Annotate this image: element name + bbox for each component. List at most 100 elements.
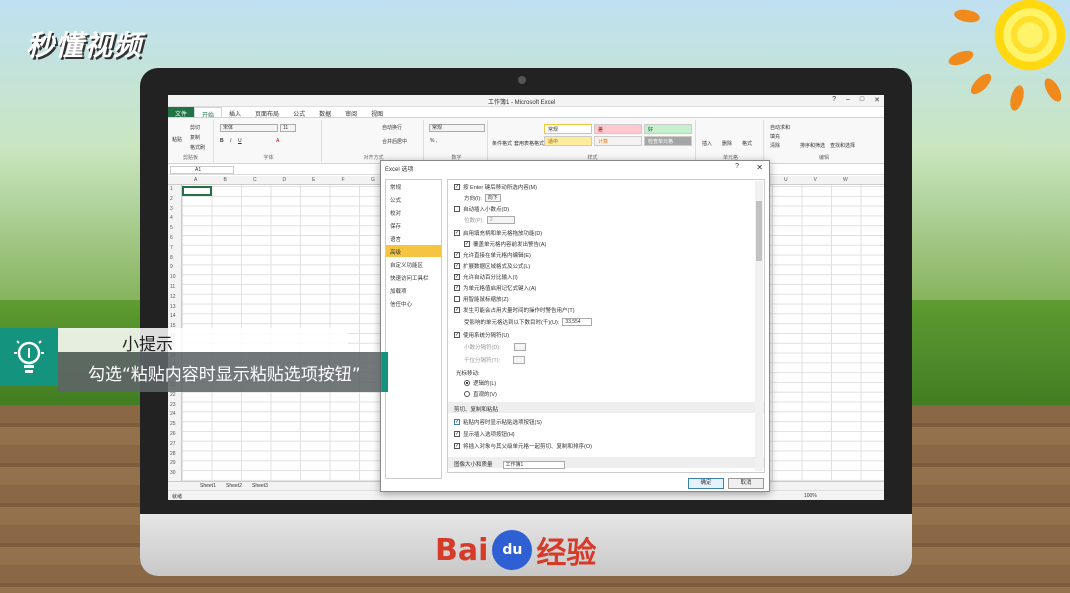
row-header[interactable]: 3 xyxy=(170,206,173,212)
format-painter-button[interactable]: 格式刷 xyxy=(190,144,205,151)
checkbox-unchecked[interactable] xyxy=(454,296,460,302)
checkbox-checked[interactable]: ✓ xyxy=(454,332,460,338)
checkbox-checked[interactable]: ✓ xyxy=(454,230,460,236)
row-header[interactable]: 5 xyxy=(170,225,173,231)
style-normal[interactable]: 常规 xyxy=(544,124,592,134)
row-header[interactable]: 6 xyxy=(170,235,173,241)
font-size-select[interactable]: 11 xyxy=(280,124,296,132)
fill-button[interactable]: 填充 xyxy=(770,133,780,140)
tab-page-layout[interactable]: 页面布局 xyxy=(248,107,286,118)
number-format-select[interactable]: 常规 xyxy=(429,124,485,132)
merge-center-button[interactable]: 合并后居中 xyxy=(382,138,407,145)
nav-advanced[interactable]: 高级 xyxy=(386,245,441,257)
checkbox-checked[interactable]: ✓ xyxy=(454,274,460,280)
scroll-thumb[interactable] xyxy=(756,201,762,261)
style-calc[interactable]: 计算 xyxy=(594,136,642,146)
column-header[interactable]: V xyxy=(814,177,817,183)
paste-options-checkbox[interactable]: ✓ xyxy=(454,419,460,425)
clear-button[interactable]: 清除 xyxy=(770,142,780,149)
row-header[interactable]: 11 xyxy=(170,284,175,290)
row-header[interactable]: 14 xyxy=(170,313,176,319)
nav-proofing[interactable]: 校对 xyxy=(386,206,441,218)
places-stepper[interactable]: 2 xyxy=(486,216,515,224)
percent-icon[interactable]: % , xyxy=(430,138,437,144)
nav-language[interactable]: 语言 xyxy=(386,232,441,244)
bold-icon[interactable]: B xyxy=(220,138,224,144)
row-header[interactable]: 12 xyxy=(170,294,176,300)
column-header[interactable]: W xyxy=(843,177,848,183)
thousands-sep-input[interactable] xyxy=(513,356,526,364)
paste-button[interactable]: 粘贴 xyxy=(172,136,182,143)
checkbox-checked[interactable]: ✓ xyxy=(454,307,460,313)
row-header[interactable]: 7 xyxy=(170,245,173,251)
row-header[interactable]: 22 xyxy=(170,392,176,398)
checkbox-checked[interactable]: ✓ xyxy=(454,184,460,190)
sheet-tab[interactable]: Sheet2 xyxy=(226,483,242,489)
delete-cells-button[interactable]: 删除 xyxy=(722,140,732,147)
name-box[interactable]: A1 xyxy=(170,166,234,174)
row-header[interactable]: 9 xyxy=(170,264,173,270)
font-name-select[interactable]: 宋体 xyxy=(220,124,278,132)
dialog-help-icon[interactable]: ? xyxy=(735,163,739,170)
nav-trust-center[interactable]: 信任中心 xyxy=(386,297,441,309)
row-header[interactable]: 4 xyxy=(170,215,173,221)
format-cells-button[interactable]: 格式 xyxy=(742,140,752,147)
nav-addins[interactable]: 加载项 xyxy=(386,284,441,296)
checkbox-checked[interactable]: ✓ xyxy=(454,285,460,291)
sheet-tab[interactable]: Sheet1 xyxy=(200,483,216,489)
pane-scrollbar[interactable] xyxy=(755,181,763,471)
copy-button[interactable]: 复制 xyxy=(190,134,200,141)
column-header[interactable]: C xyxy=(253,177,257,183)
tab-formulas[interactable]: 公式 xyxy=(286,107,312,118)
radio-selected[interactable] xyxy=(464,380,470,386)
cells-stepper[interactable]: 33,554 xyxy=(562,318,593,326)
sheet-tab[interactable]: Sheet3 xyxy=(252,483,268,489)
checkbox-checked[interactable]: ✓ xyxy=(454,443,460,449)
row-header[interactable]: 2 xyxy=(170,196,173,202)
minimize-icon[interactable]: – xyxy=(846,96,850,104)
nav-formulas[interactable]: 公式 xyxy=(386,193,441,205)
font-color-icon[interactable]: A xyxy=(276,138,279,144)
conditional-format-button[interactable]: 条件格式 xyxy=(492,140,512,147)
nav-save[interactable]: 保存 xyxy=(386,219,441,231)
row-header[interactable]: 25 xyxy=(170,421,176,427)
image-target-select[interactable]: 工作簿1 xyxy=(502,461,565,469)
cut-button[interactable]: 剪切 xyxy=(190,124,200,131)
zoom-level[interactable]: 100% xyxy=(804,493,817,499)
tab-data[interactable]: 数据 xyxy=(312,107,338,118)
sort-filter-button[interactable]: 排序和筛选 xyxy=(800,142,825,149)
nav-quick-access[interactable]: 快速访问工具栏 xyxy=(386,271,441,283)
row-header[interactable]: 30 xyxy=(170,470,176,476)
nav-general[interactable]: 常规 xyxy=(386,180,441,192)
format-table-button[interactable]: 套用表格格式 xyxy=(514,140,544,147)
direction-select[interactable]: 向下 xyxy=(484,194,501,202)
style-bad[interactable]: 差 xyxy=(594,124,642,134)
column-header[interactable]: E xyxy=(312,177,315,183)
tab-home[interactable]: 开始 xyxy=(194,107,223,119)
column-header[interactable]: B xyxy=(224,177,227,183)
column-header[interactable]: F xyxy=(342,177,345,183)
column-header[interactable]: U xyxy=(784,177,788,183)
style-neutral[interactable]: 适中 xyxy=(544,136,592,146)
row-header[interactable]: 23 xyxy=(170,402,176,408)
help-icon[interactable]: ? xyxy=(832,96,836,104)
maximize-icon[interactable]: □ xyxy=(860,96,864,104)
checkbox-checked[interactable]: ✓ xyxy=(454,263,460,269)
ok-button[interactable]: 确定 xyxy=(688,478,724,489)
autosum-button[interactable]: 自动求和 xyxy=(770,124,790,131)
tab-insert[interactable]: 插入 xyxy=(222,107,248,118)
row-header[interactable]: 1 xyxy=(170,186,173,192)
decimal-sep-input[interactable] xyxy=(513,343,526,351)
style-good[interactable]: 好 xyxy=(644,124,692,134)
underline-icon[interactable]: U xyxy=(238,138,242,144)
style-check[interactable]: 检查单元格 xyxy=(644,136,692,146)
tab-file[interactable]: 文件 xyxy=(168,107,195,118)
find-select-button[interactable]: 查找和选择 xyxy=(830,142,855,149)
nav-customize-ribbon[interactable]: 自定义功能区 xyxy=(386,258,441,270)
column-header[interactable]: D xyxy=(283,177,287,183)
close-icon[interactable]: ✕ xyxy=(874,96,880,104)
row-header[interactable]: 24 xyxy=(170,411,176,417)
radio-unselected[interactable] xyxy=(464,391,470,397)
checkbox-checked[interactable]: ✓ xyxy=(454,252,460,258)
column-header[interactable]: A xyxy=(194,177,197,183)
